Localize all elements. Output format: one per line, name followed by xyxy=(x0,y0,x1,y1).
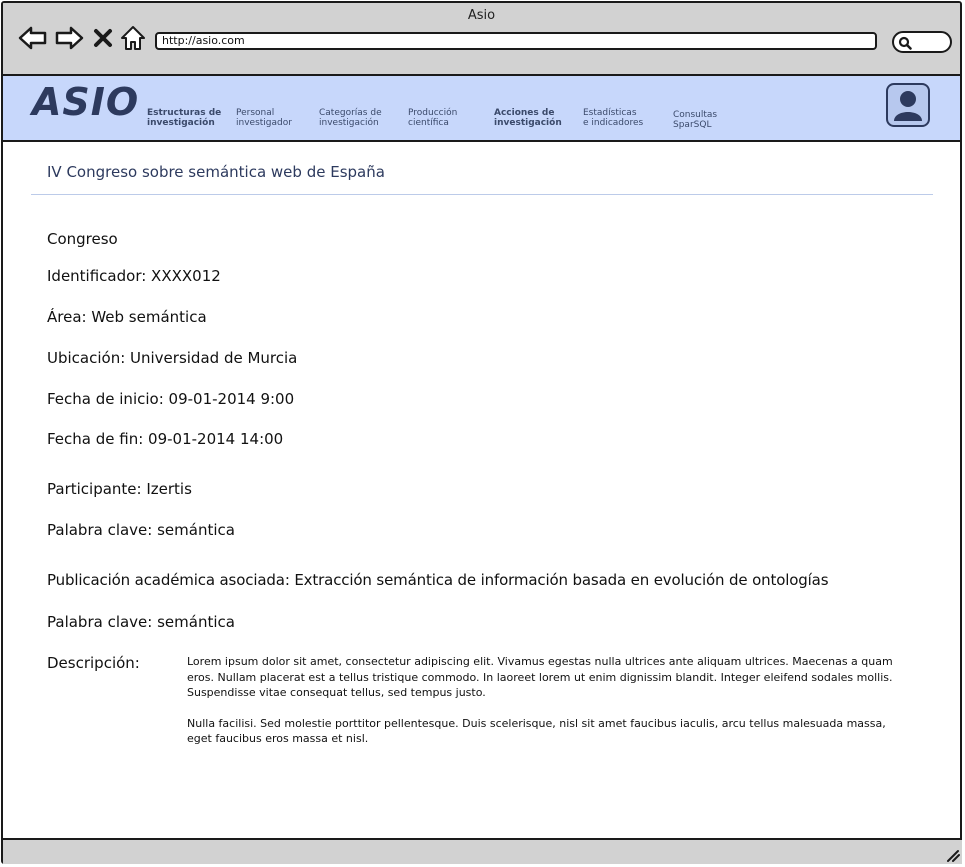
description-text: Lorem ipsum dolor sit amet, consectetur … xyxy=(187,654,907,762)
nav-label-line1: Consultas xyxy=(673,110,718,120)
field-area: Área: Web semántica xyxy=(47,308,207,326)
field-palabra-clave: Palabra clave: semántica xyxy=(47,521,235,539)
nav-estructuras[interactable]: Estructuras de investigación xyxy=(147,108,221,128)
event-type: Congreso xyxy=(47,230,118,248)
back-button[interactable] xyxy=(17,23,49,53)
description-paragraph: Nulla facilisi. Sed molestie porttitor p… xyxy=(187,716,886,746)
nav-acciones[interactable]: Acciones de investigación xyxy=(494,108,562,128)
browser-chrome: Asio http://asio.com xyxy=(3,3,960,76)
window-title: Asio xyxy=(467,8,496,23)
user-avatar-button[interactable] xyxy=(886,83,930,127)
nav-categorias[interactable]: Categorías de investigación xyxy=(319,108,382,128)
description-label: Descripción: xyxy=(47,654,140,672)
field-participante: Participante: Izertis xyxy=(47,480,192,498)
close-icon xyxy=(94,29,112,47)
user-avatar-icon xyxy=(894,91,922,121)
home-button[interactable] xyxy=(119,23,147,53)
forward-button[interactable] xyxy=(53,23,85,53)
nav-label-line2: científica xyxy=(408,118,449,128)
resize-grip-icon[interactable] xyxy=(944,848,960,862)
nav-personal[interactable]: Personal investigador xyxy=(236,108,292,128)
page-title: IV Congreso sobre semántica web de Españ… xyxy=(47,163,385,181)
nav-label-line1: Producción xyxy=(408,108,458,118)
field-fecha-fin: Fecha de fin: 09-01-2014 14:00 xyxy=(47,430,284,448)
field-fecha-inicio: Fecha de inicio: 09-01-2014 9:00 xyxy=(47,390,295,408)
nav-label-line1: Estructuras de xyxy=(147,108,222,118)
field-palabra-clave: Palabra clave: semántica xyxy=(47,613,235,631)
nav-consultas[interactable]: Consultas SparSQL xyxy=(673,110,717,130)
nav-label-line1: Categorías de xyxy=(319,108,382,118)
nav-label-line2: SparSQL xyxy=(673,120,712,130)
address-bar[interactable]: http://asio.com xyxy=(155,32,877,50)
nav-label-line1: Estadísticas xyxy=(583,108,637,118)
status-bar xyxy=(3,838,962,864)
nav-label-line1: Personal xyxy=(236,108,275,118)
stop-button[interactable] xyxy=(91,23,115,53)
description-paragraph: Lorem ipsum dolor sit amet, consectetur … xyxy=(187,655,893,699)
field-ubicacion: Ubicación: Universidad de Murcia xyxy=(47,349,298,367)
search-box[interactable] xyxy=(892,31,952,53)
nav-label-line2: e indicadores xyxy=(583,118,644,128)
home-icon xyxy=(121,26,145,50)
nav-label-line2: investigación xyxy=(147,118,215,128)
app-logo[interactable]: ASIO xyxy=(32,80,139,124)
arrow-right-icon xyxy=(55,26,84,50)
arrow-left-icon xyxy=(18,26,47,50)
title-divider xyxy=(31,194,933,195)
field-publicacion[interactable]: Publicación académica asociada: Extracci… xyxy=(47,571,829,589)
nav-produccion[interactable]: Producción científica xyxy=(408,108,457,128)
field-identificador: Identificador: XXXX012 xyxy=(47,267,221,285)
nav-label-line2: investigación xyxy=(494,118,562,128)
nav-estadisticas[interactable]: Estadísticas e indicadores xyxy=(583,108,643,128)
search-icon xyxy=(898,36,912,50)
nav-label-line1: Acciones de xyxy=(494,108,555,118)
nav-label-line2: investigación xyxy=(319,118,379,128)
nav-label-line2: investigador xyxy=(236,118,292,128)
